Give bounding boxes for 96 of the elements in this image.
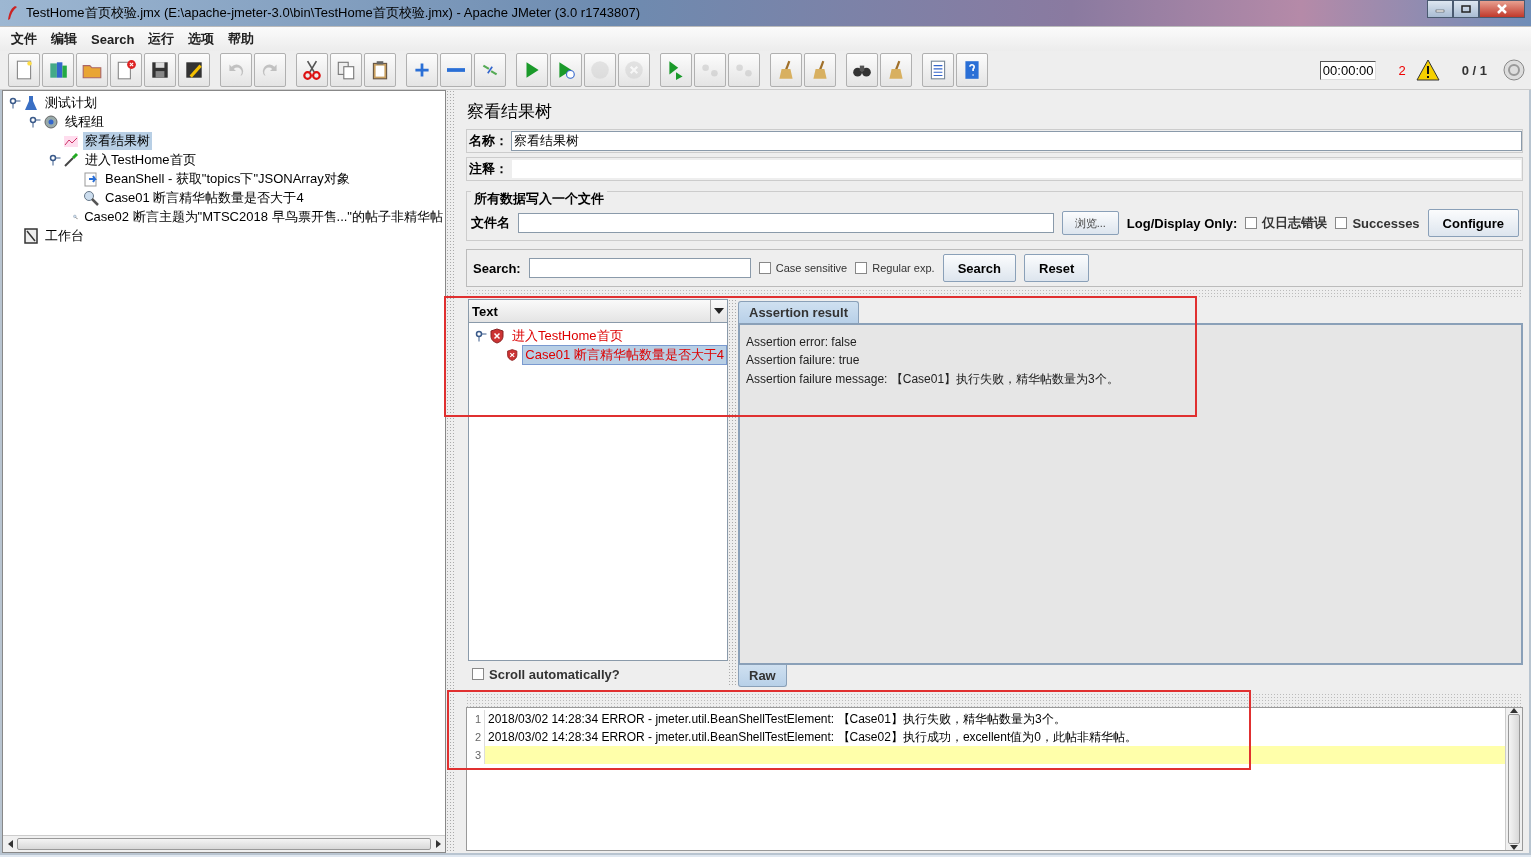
menu-item[interactable]: 选项 bbox=[181, 28, 222, 50]
checkbox[interactable] bbox=[855, 262, 868, 274]
assertion-text: Assertion error: false bbox=[746, 335, 858, 349]
tree-item[interactable]: 进入TestHome首页 bbox=[83, 150, 198, 169]
caret-icon bbox=[714, 308, 724, 314]
search-button[interactable]: Search bbox=[942, 254, 1016, 282]
copy-icon bbox=[335, 59, 357, 81]
expand-handle-icon[interactable] bbox=[9, 96, 21, 109]
checkbox[interactable] bbox=[1335, 217, 1348, 229]
expand-handle-icon[interactable] bbox=[475, 329, 487, 342]
browse-button[interactable]: 浏览... bbox=[1061, 211, 1119, 235]
toolbar-button[interactable] bbox=[178, 53, 210, 87]
toolbar-button[interactable] bbox=[846, 53, 878, 87]
pipette-icon bbox=[63, 151, 79, 168]
save-icon bbox=[149, 59, 171, 81]
pencil-icon bbox=[183, 59, 205, 81]
cross-icon bbox=[623, 59, 645, 81]
scissors-icon bbox=[301, 59, 323, 81]
toolbar-button[interactable] bbox=[296, 53, 328, 87]
expand-handle-icon[interactable] bbox=[29, 115, 41, 128]
search-label: Search: bbox=[473, 260, 521, 276]
flask-icon bbox=[23, 94, 39, 111]
checkbox-label: Successes bbox=[1352, 215, 1420, 231]
warning-icon[interactable] bbox=[1415, 59, 1440, 81]
maximize-button[interactable] bbox=[1453, 0, 1479, 18]
group-title: 所有数据写入一个文件 bbox=[471, 190, 607, 208]
field-label: 文件名 bbox=[471, 214, 510, 232]
tree-item[interactable]: Case01 断言精华帖数量是否大于4 bbox=[103, 188, 306, 207]
minimize-button[interactable] bbox=[1427, 0, 1453, 18]
close-icon bbox=[1496, 4, 1508, 14]
checkbox-label: 仅日志错误 bbox=[1262, 214, 1328, 232]
log-display-label: Log/Display Only: bbox=[1126, 215, 1238, 231]
close-button[interactable] bbox=[1479, 0, 1525, 18]
maximize-icon bbox=[1461, 5, 1471, 13]
assertion-text: Assertion failure: true bbox=[746, 353, 861, 367]
log-line: 2018/03/02 14:28:34 ERROR - jmeter.util.BeanShellTestElement: 【Case02】执行成功，excellent值为0，此帖非精华帖。 bbox=[487, 729, 1138, 746]
assertion-text: Assertion failure message: 【Case01】执行失败，精华帖数量为3个。 bbox=[746, 371, 1120, 388]
menu-item[interactable]: 帮助 bbox=[221, 28, 262, 50]
checkbox-label: Regular exp. bbox=[872, 262, 935, 274]
scroll-thumb[interactable] bbox=[1508, 714, 1520, 844]
tree-item[interactable]: BeanShell - 获取"topics下"JSONArray对象 bbox=[103, 169, 352, 188]
tab[interactable]: Assertion result bbox=[738, 301, 859, 323]
checkbox[interactable] bbox=[758, 262, 771, 274]
down-arrow-icon[interactable] bbox=[1510, 845, 1518, 850]
menu-item[interactable]: 运行 bbox=[141, 28, 182, 50]
renderer-dropdown[interactable]: Text bbox=[468, 299, 728, 323]
horizontal-scrollbar[interactable] bbox=[3, 835, 445, 852]
document-close-icon bbox=[115, 59, 137, 81]
circle-icon bbox=[1503, 59, 1525, 81]
menu-item[interactable]: Search bbox=[84, 29, 142, 49]
notepad-icon bbox=[23, 227, 39, 244]
comment-field[interactable] bbox=[511, 159, 1522, 179]
field-label: 名称： bbox=[469, 132, 509, 150]
checkbox-label: Case sensitive bbox=[775, 262, 848, 274]
books-icon bbox=[47, 59, 69, 81]
expand-handle-icon[interactable] bbox=[49, 153, 61, 166]
search-button[interactable]: Reset bbox=[1024, 254, 1090, 282]
panel-title: 察看结果树 bbox=[467, 101, 553, 123]
gear-icon bbox=[43, 113, 59, 130]
feather-icon bbox=[6, 5, 18, 21]
stop-icon bbox=[589, 59, 611, 81]
toolbar-button[interactable] bbox=[364, 53, 396, 87]
tab[interactable]: Raw bbox=[738, 665, 787, 687]
splitter[interactable] bbox=[446, 90, 456, 853]
tree-item[interactable]: 工作台 bbox=[43, 226, 86, 245]
up-arrow-icon[interactable] bbox=[1510, 708, 1518, 713]
vertical-scrollbar[interactable] bbox=[1505, 708, 1522, 850]
result-item[interactable]: 进入TestHome首页 bbox=[509, 325, 626, 346]
error-count: 2 bbox=[1398, 62, 1406, 78]
menu-item[interactable]: 编辑 bbox=[44, 28, 84, 50]
window-title: TestHome首页校验.jmx (E:\apache-jmeter-3.0\bin\TestHome首页校验.jmx) - Apache JMeter (3.0 r1743807) bbox=[26, 4, 642, 22]
name-field[interactable]: 察看结果树 bbox=[511, 131, 1522, 151]
splitter[interactable] bbox=[728, 299, 738, 687]
field-label: 注释： bbox=[469, 160, 509, 178]
toolbar-button[interactable] bbox=[144, 53, 176, 87]
tree-item[interactable]: 线程组 bbox=[63, 112, 106, 131]
file-name-field[interactable] bbox=[518, 213, 1054, 233]
thread-count: 0 / 1 bbox=[1461, 62, 1487, 78]
line-number: 1 bbox=[467, 710, 485, 728]
menu-item[interactable]: 文件 bbox=[4, 28, 44, 50]
timer-display: 00:00:00 bbox=[1319, 60, 1377, 80]
checkbox[interactable] bbox=[472, 668, 484, 680]
scroll-thumb[interactable] bbox=[17, 838, 431, 850]
tree-item[interactable]: 察看结果树 bbox=[83, 131, 152, 150]
tree-item[interactable]: 测试计划 bbox=[43, 93, 99, 112]
left-arrow-icon[interactable] bbox=[7, 840, 13, 848]
line-number: 2 bbox=[467, 728, 485, 746]
right-arrow-icon[interactable] bbox=[435, 840, 441, 848]
tree-item[interactable]: Case02 断言主题为"MTSC2018 早鸟票开售..."的帖子非精华帖 bbox=[82, 207, 445, 226]
checkbox[interactable] bbox=[1245, 217, 1258, 229]
minus-icon bbox=[445, 67, 467, 73]
configure-button[interactable]: Configure bbox=[1427, 209, 1519, 237]
toolbar-button[interactable] bbox=[42, 53, 74, 87]
log-line: 2018/03/02 14:28:34 ERROR - jmeter.util.BeanShellTestElement: 【Case01】执行失败，精华帖数量为3个。 bbox=[487, 711, 1067, 728]
search-field[interactable] bbox=[528, 258, 751, 278]
checkbox-label: Scroll automatically? bbox=[489, 666, 620, 682]
